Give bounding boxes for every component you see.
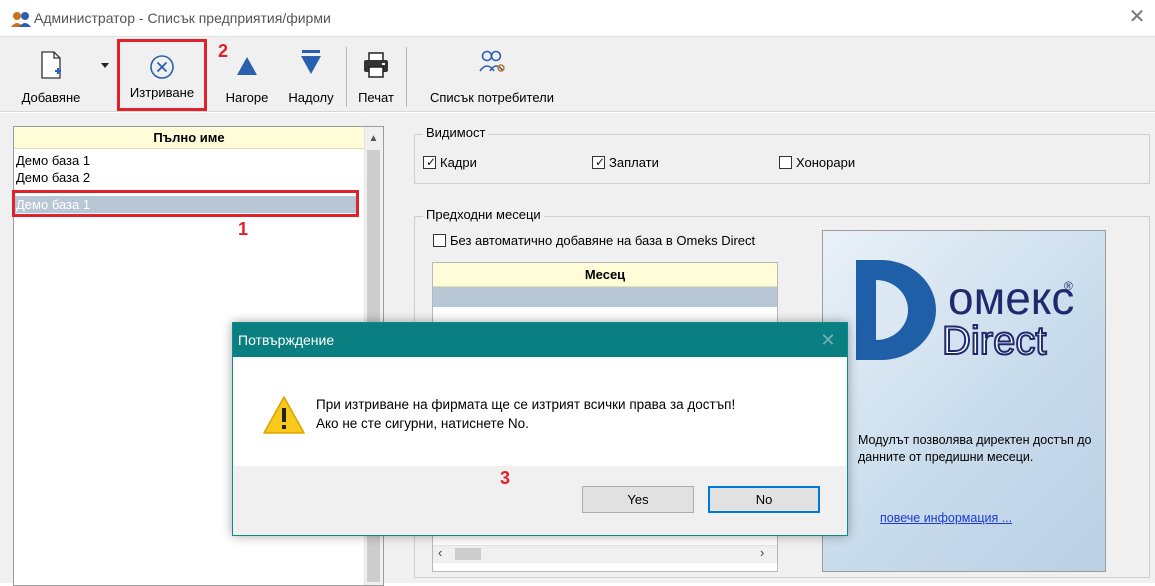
new-document-icon xyxy=(41,51,61,79)
window-close-button[interactable]: ✕ xyxy=(1124,6,1150,30)
toolbar-separator xyxy=(406,47,407,107)
checkbox-honorari-label[interactable]: Хонорари xyxy=(796,155,855,170)
dialog-message-line-1: При изтриване на фирмата ще се изтрият в… xyxy=(316,397,736,412)
logo-text-omeks: омекс xyxy=(948,272,1074,324)
check-mark-icon: ✓ xyxy=(426,155,437,169)
add-button[interactable]: Добавяне xyxy=(6,45,96,109)
dialog-message-line-2: Ако не сте сигурни, натиснете No. xyxy=(316,416,529,431)
checkbox-zaplati[interactable]: ✓ xyxy=(592,156,605,169)
add-button-label: Добавяне xyxy=(21,90,81,105)
company-list-header[interactable]: Пълно име xyxy=(14,127,364,149)
warning-icon xyxy=(263,396,305,434)
omeks-direct-logo: омекс ® Direct xyxy=(856,260,1074,364)
month-grid-selected-row[interactable] xyxy=(433,287,777,307)
users-list-label: Списък потребители xyxy=(429,90,555,105)
scroll-right-arrow-icon[interactable]: › xyxy=(760,545,764,560)
scroll-left-arrow-icon[interactable]: ‹ xyxy=(438,545,442,560)
month-grid-header[interactable]: Месец xyxy=(433,263,777,287)
print-label: Печат xyxy=(358,90,394,105)
checkbox-honorari[interactable] xyxy=(779,156,792,169)
toolbar-separator xyxy=(346,47,347,107)
checkbox-no-auto-add[interactable] xyxy=(433,234,446,247)
add-dropdown-arrow[interactable] xyxy=(101,63,109,68)
previous-months-title: Предходни месеци xyxy=(423,207,544,222)
check-mark-icon: ✓ xyxy=(595,155,606,169)
move-down-button[interactable]: Надолу xyxy=(280,45,342,109)
delete-circle-x-icon xyxy=(150,55,174,79)
users-list-button[interactable]: Списък потребители xyxy=(412,45,572,109)
visibility-group-title: Видимост xyxy=(423,125,489,140)
move-up-button[interactable]: Нагоре xyxy=(216,45,278,109)
no-button[interactable]: No xyxy=(708,486,820,513)
print-button[interactable]: Печат xyxy=(350,45,402,109)
checkbox-kadri-label[interactable]: Кадри xyxy=(440,155,477,170)
move-up-label: Нагоре xyxy=(225,90,269,105)
omeks-description: Модулът позволява директен достъп до дан… xyxy=(858,433,1092,464)
delete-button[interactable]: Изтриване xyxy=(117,39,207,111)
checkbox-no-auto-add-label[interactable]: Без автоматично добавяне на база в Omeks… xyxy=(450,233,755,248)
registered-mark: ® xyxy=(1064,279,1073,293)
arrow-down-icon xyxy=(301,50,321,74)
window-title: Администратор - Списък предприятия/фирми xyxy=(34,10,331,26)
list-item[interactable]: Демо база 2 xyxy=(14,169,357,186)
list-item[interactable]: Демо база 1 xyxy=(14,152,357,169)
users-icon xyxy=(479,50,505,72)
more-info-link[interactable]: повече информация ... xyxy=(880,511,1012,525)
printer-icon xyxy=(364,52,388,78)
checkbox-kadri[interactable]: ✓ xyxy=(423,156,436,169)
hscrollbar-thumb[interactable] xyxy=(455,548,481,560)
toolbar: Добавяне Изтриване 2 Нагоре Надолу Печат… xyxy=(0,36,1155,112)
move-down-label: Надолу xyxy=(288,90,334,105)
checkbox-zaplati-label[interactable]: Заплати xyxy=(609,155,659,170)
dialog-title: Потвърждение xyxy=(233,323,847,357)
dialog-close-button[interactable]: ✕ xyxy=(816,328,840,352)
delete-button-label: Изтриване xyxy=(129,85,195,100)
annotation-number-1: 1 xyxy=(238,219,249,239)
logo-text-direct: Direct xyxy=(942,319,1046,363)
arrow-up-icon xyxy=(237,57,257,75)
annotation-highlight-row xyxy=(12,190,359,217)
users-key-icon xyxy=(11,12,31,27)
scroll-up-arrow-icon[interactable]: ▲ xyxy=(364,130,383,148)
yes-button[interactable]: Yes xyxy=(582,486,694,513)
annotation-number-3: 3 xyxy=(500,468,511,488)
month-grid-hscrollbar[interactable] xyxy=(433,545,777,563)
